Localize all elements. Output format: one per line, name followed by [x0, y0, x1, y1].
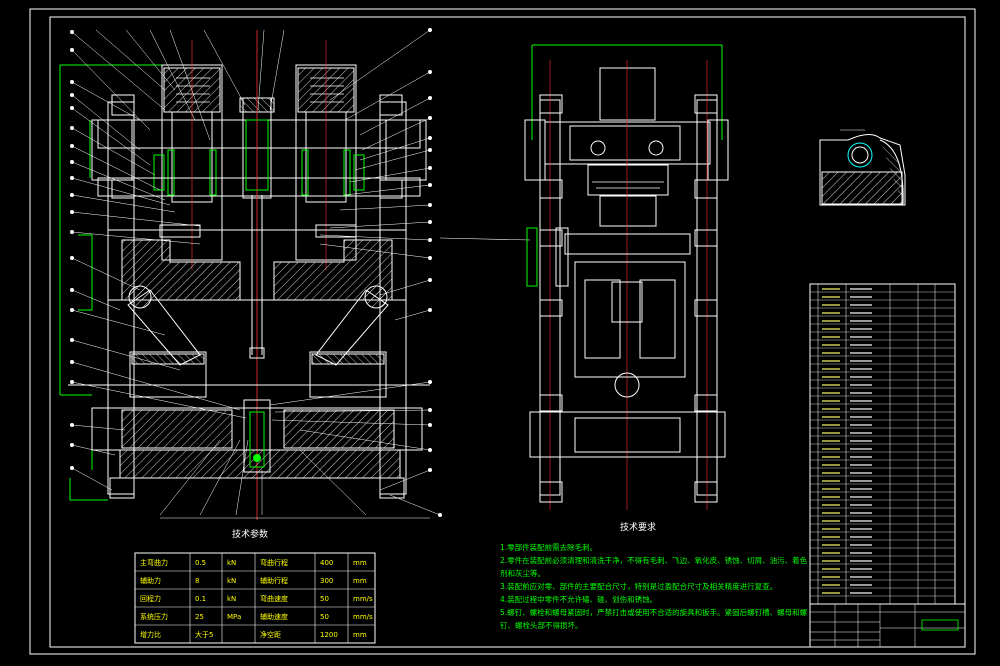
parameter-cell: mm/s	[353, 613, 373, 621]
parameter-cell: 25	[195, 613, 204, 621]
parameter-cell: 回程力	[140, 594, 161, 603]
parameters-table: 主弯曲力 0.5 kN 弯曲行程 400 mm 辅助力 8 kN 辅助行程 300 mm 回程力 0.1 k…	[134, 552, 376, 644]
parameters-title: 技术参数	[232, 528, 268, 540]
parameter-cell: 主弯曲力	[140, 558, 168, 567]
parameter-cell: 辅助速度	[260, 612, 288, 621]
requirements-list: 1.零部件装配前需去除毛刺。 2.零件在装配前必须清理和清洗干净，不得有毛刺、飞边…	[500, 542, 808, 630]
parameter-cell: 0.1	[195, 595, 206, 603]
parameter-cell: 300	[320, 577, 333, 585]
parameter-cell: 400	[320, 559, 333, 567]
parameter-cell: 大于5	[195, 630, 213, 639]
parameter-cell: 弯曲速度	[260, 594, 288, 603]
requirements-title: 技术要求	[620, 521, 656, 533]
parameter-cell: 50	[320, 613, 329, 621]
parameter-cell: mm	[353, 631, 367, 639]
parameter-cell: mm/s	[353, 595, 373, 603]
parameter-cell: kN	[227, 595, 236, 603]
requirement-line: 2.零件在装配前必须清理和清洗干净，不得有毛刺、飞边、氧化皮、锈蚀、切屑、油污、…	[500, 555, 808, 565]
title-block	[809, 603, 966, 648]
requirement-line: 3.装配前应对零、部件的主要配合尺寸，特别是过盈配合尺寸及相关精度进行复查。	[500, 581, 777, 591]
parameter-cell: 净空距	[260, 630, 281, 639]
requirement-line: 4.装配过程中零件不允许磕、碰、划伤和锈蚀。	[500, 594, 657, 604]
parameter-cell: 0.5	[195, 559, 206, 567]
requirement-line: 1.零部件装配前需去除毛刺。	[500, 542, 597, 552]
parameter-cell: 系统压力	[140, 612, 168, 621]
parameter-cell: kN	[227, 577, 236, 585]
detail-view	[819, 129, 906, 206]
parameter-cell: 辅助行程	[260, 576, 288, 585]
parameter-cell: kN	[227, 559, 236, 567]
requirement-line: 5.螺钉、螺栓和螺母紧固时，严禁打击或使用不合适的旋具和扳手。紧固后螺钉槽、螺母…	[500, 607, 808, 617]
parameter-cell: 增力比	[140, 630, 161, 639]
cad-drawing: 技术参数 主弯曲力 0.5 kN 弯曲行程 400 mm 辅助力 8 kN 辅助行程 300 mm 回程…	[29, 8, 976, 655]
parameter-cell: mm	[353, 577, 367, 585]
front-section-view	[59, 28, 442, 520]
parameter-cell: MPa	[227, 613, 241, 621]
parts-list	[809, 283, 956, 605]
parameter-cell: 1200	[320, 631, 338, 639]
side-view	[439, 44, 729, 510]
requirement-line: 剂和灰尘等。	[500, 568, 545, 578]
requirement-line: 钉、螺栓头部不得损坏。	[500, 620, 583, 630]
parameter-cell: 弯曲行程	[260, 558, 288, 567]
parameter-cell: 50	[320, 595, 329, 603]
parameter-cell: 8	[195, 577, 199, 585]
parameter-cell: mm	[353, 559, 367, 567]
parameter-cell: 辅助力	[140, 576, 161, 585]
